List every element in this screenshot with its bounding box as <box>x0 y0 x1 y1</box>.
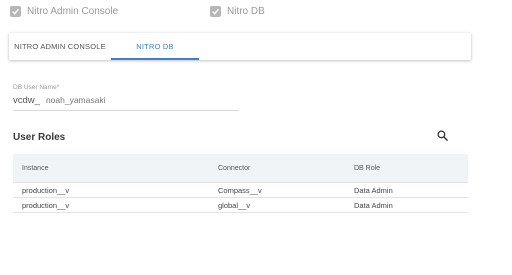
instance-cell: production__v <box>22 200 70 210</box>
db-user-name-input[interactable]: vcdw_ noah_yamasaki <box>13 95 239 111</box>
db-user-name-field: DB User Name* vcdw_ noah_yamasaki <box>13 84 239 111</box>
db-role-cell: Data Admin <box>354 200 393 210</box>
table-row[interactable]: production__v Compass__v Data Admin <box>13 183 468 198</box>
checkbox-checked-icon <box>10 6 21 17</box>
table-header: Instance Connector DB Role <box>13 154 468 183</box>
tab-nitro-db[interactable]: NITRO DB <box>111 33 199 60</box>
db-role-cell: Data Admin <box>354 185 393 195</box>
search-button[interactable] <box>435 130 449 144</box>
nitro-db-checkbox[interactable]: Nitro DB <box>210 6 265 17</box>
connector-cell: global__v <box>218 200 251 210</box>
column-header-db-role[interactable]: DB Role <box>354 165 380 172</box>
nitro-admin-console-checkbox[interactable]: Nitro Admin Console <box>10 6 118 17</box>
tab-bar: NITRO ADMIN CONSOLE NITRO DB <box>9 33 471 60</box>
db-user-name-label: DB User Name* <box>13 84 60 91</box>
connector-cell: Compass__v <box>218 185 262 195</box>
table-row[interactable]: production__v global__v Data Admin <box>13 198 468 213</box>
checkbox-checked-icon <box>210 6 221 17</box>
column-header-instance[interactable]: Instance <box>22 165 48 172</box>
checkbox-label: Nitro DB <box>227 6 265 17</box>
checkbox-label: Nitro Admin Console <box>27 6 119 17</box>
instance-cell: production__v <box>22 185 70 195</box>
column-header-connector[interactable]: Connector <box>218 165 250 172</box>
search-icon <box>436 128 448 146</box>
user-roles-table: Instance Connector DB Role production__v… <box>13 154 468 213</box>
user-roles-title: User Roles <box>13 132 66 143</box>
db-user-value: noah_yamasaki <box>45 95 106 105</box>
db-user-prefix: vcdw_ <box>13 95 40 106</box>
tab-nitro-admin-console[interactable]: NITRO ADMIN CONSOLE <box>9 33 111 60</box>
